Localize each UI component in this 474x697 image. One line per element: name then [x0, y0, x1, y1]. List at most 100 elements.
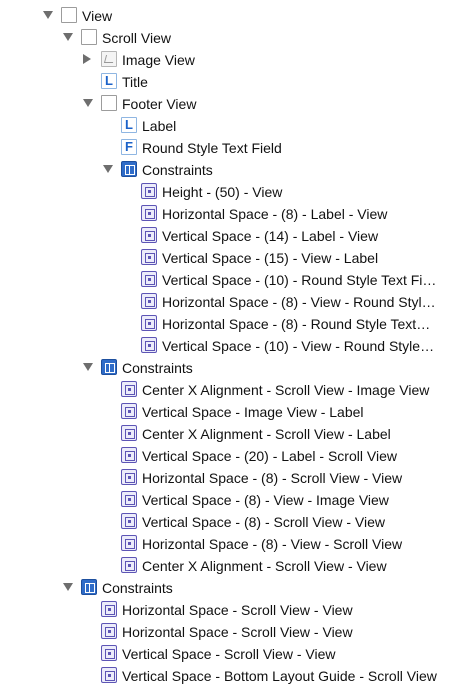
outline-row-label: Vertical Space - (15) - View - Label: [162, 250, 379, 266]
constraints-group-icon: [101, 359, 117, 375]
outline-row-label: Round Style Text Field: [142, 140, 282, 156]
outline-row[interactable]: Constraints: [0, 159, 474, 181]
outline-row[interactable]: Horizontal Space - (8) - Scroll View - V…: [0, 467, 474, 489]
outline-row[interactable]: View: [0, 5, 474, 27]
outline-row-label: Horizontal Space - Scroll View - View: [122, 602, 353, 618]
outline-row[interactable]: L Label: [0, 115, 474, 137]
constraint-icon: [141, 271, 157, 287]
outline-row[interactable]: Height - (50) - View: [0, 181, 474, 203]
outline-row-label: Height - (50) - View: [162, 184, 283, 200]
outline-row-label: Horizontal Space - (8) - View - Round St…: [162, 294, 436, 310]
outline-row-label: Center X Alignment - Scroll View - Image…: [142, 382, 430, 398]
disclosure-expanded-icon[interactable]: [63, 583, 73, 591]
view-icon: [81, 29, 97, 45]
outline-row[interactable]: Vertical Space - Image View - Label: [0, 401, 474, 423]
outline-row[interactable]: Horizontal Space - (8) - Label - View: [0, 203, 474, 225]
outline-row[interactable]: Vertical Space - Bottom Layout Guide - S…: [0, 665, 474, 687]
constraint-icon: [141, 337, 157, 353]
outline-row-label: Footer View: [122, 96, 197, 112]
disclosure-expanded-icon[interactable]: [43, 11, 53, 19]
outline-row[interactable]: Vertical Space - Scroll View - View: [0, 643, 474, 665]
outline-row[interactable]: Center X Alignment - Scroll View - Image…: [0, 379, 474, 401]
label-icon: L: [101, 73, 117, 89]
outline-row[interactable]: F Round Style Text Field: [0, 137, 474, 159]
disclosure-expanded-icon[interactable]: [63, 33, 73, 41]
outline-row-label: Horizontal Space - (8) - Label - View: [162, 206, 388, 222]
constraint-icon: [121, 403, 137, 419]
outline-row[interactable]: L Title: [0, 71, 474, 93]
constraint-icon: [101, 667, 117, 683]
constraint-icon: [101, 601, 117, 617]
outline-row[interactable]: Center X Alignment - Scroll View - Label: [0, 423, 474, 445]
view-icon: [101, 95, 117, 111]
outline-row[interactable]: Horizontal Space - Scroll View - View: [0, 599, 474, 621]
disclosure-collapsed-icon[interactable]: [83, 54, 91, 64]
outline-row-label: Constraints: [122, 360, 193, 376]
outline-row[interactable]: Horizontal Space - (8) - View - Round St…: [0, 291, 474, 313]
constraint-icon: [121, 513, 137, 529]
constraints-group-icon: [81, 579, 97, 595]
constraint-icon: [141, 183, 157, 199]
outline-row-label: Center X Alignment - Scroll View - Label: [142, 426, 391, 442]
constraint-icon: [121, 491, 137, 507]
constraint-icon: [121, 469, 137, 485]
outline-row-label: Vertical Space - (8) - View - Image View: [142, 492, 389, 508]
outline-row-label: View: [82, 8, 113, 24]
constraints-group-icon: [121, 161, 137, 177]
outline-row-label: Horizontal Space - (8) - View - Scroll V…: [142, 536, 403, 552]
outline-row-label: Vertical Space - (14) - Label - View: [162, 228, 379, 244]
outline-row-label: Constraints: [142, 162, 213, 178]
text-field-icon: F: [121, 139, 137, 155]
outline-row[interactable]: Scroll View: [0, 27, 474, 49]
outline-row-label: Constraints: [102, 580, 173, 596]
constraint-icon: [121, 381, 137, 397]
disclosure-expanded-icon[interactable]: [83, 99, 93, 107]
outline-row-label: Scroll View: [102, 30, 171, 46]
next-row-peek: [0, 689, 474, 697]
outline-row-label: Vertical Space - Image View - Label: [142, 404, 364, 420]
constraint-icon: [101, 623, 117, 639]
constraint-icon: [121, 535, 137, 551]
outline-row-label: Title: [122, 74, 148, 90]
document-outline[interactable]: View Scroll View Image View L Title Footer Vi…: [0, 0, 474, 697]
outline-row[interactable]: Constraints: [0, 357, 474, 379]
disclosure-expanded-icon[interactable]: [103, 165, 113, 173]
outline-row[interactable]: Image View: [0, 49, 474, 71]
outline-row[interactable]: Vertical Space - (15) - View - Label: [0, 247, 474, 269]
outline-row-label: Horizontal Space - (8) - Round Style Tex…: [162, 316, 431, 332]
constraint-icon: [121, 447, 137, 463]
label-icon: L: [121, 117, 137, 133]
outline-row[interactable]: Vertical Space - (8) - View - Image View: [0, 489, 474, 511]
outline-row-label: Center X Alignment - Scroll View - View: [142, 558, 387, 574]
constraint-icon: [101, 645, 117, 661]
constraint-icon: [141, 227, 157, 243]
outline-row[interactable]: Vertical Space - (10) - Round Style Text…: [0, 269, 474, 291]
outline-row-label: Image View: [122, 52, 195, 68]
constraint-icon: [141, 293, 157, 309]
outline-row[interactable]: Horizontal Space - (8) - Round Style Tex…: [0, 313, 474, 335]
outline-row[interactable]: Vertical Space - (10) - View - Round Sty…: [0, 335, 474, 357]
constraint-icon: [141, 205, 157, 221]
outline-row-label: Vertical Space - (10) - Round Style Text…: [162, 272, 437, 288]
outline-row[interactable]: Vertical Space - (14) - Label - View: [0, 225, 474, 247]
view-icon: [61, 7, 77, 23]
outline-row-label: Vertical Space - (8) - Scroll View - Vie…: [142, 514, 386, 530]
image-view-icon: [101, 51, 117, 67]
outline-row[interactable]: Vertical Space - (8) - Scroll View - Vie…: [0, 511, 474, 533]
outline-row[interactable]: Constraints: [0, 577, 474, 599]
constraint-icon: [121, 557, 137, 573]
outline-row-label: Vertical Space - Bottom Layout Guide - S…: [122, 668, 437, 684]
disclosure-expanded-icon[interactable]: [83, 363, 93, 371]
constraint-icon: [141, 315, 157, 331]
outline-row-label: Horizontal Space - Scroll View - View: [122, 624, 353, 640]
outline-row[interactable]: Center X Alignment - Scroll View - View: [0, 555, 474, 577]
outline-row[interactable]: Vertical Space - (20) - Label - Scroll V…: [0, 445, 474, 467]
outline-row-label: Vertical Space - (10) - View - Round Sty…: [162, 338, 435, 354]
outline-row-label: Vertical Space - Scroll View - View: [122, 646, 336, 662]
outline-row-label: Horizontal Space - (8) - Scroll View - V…: [142, 470, 403, 486]
outline-row-label: Label: [142, 118, 177, 134]
outline-row[interactable]: Horizontal Space - Scroll View - View: [0, 621, 474, 643]
outline-row-label: Vertical Space - (20) - Label - Scroll V…: [142, 448, 397, 464]
outline-row[interactable]: Footer View: [0, 93, 474, 115]
outline-row[interactable]: Horizontal Space - (8) - View - Scroll V…: [0, 533, 474, 555]
